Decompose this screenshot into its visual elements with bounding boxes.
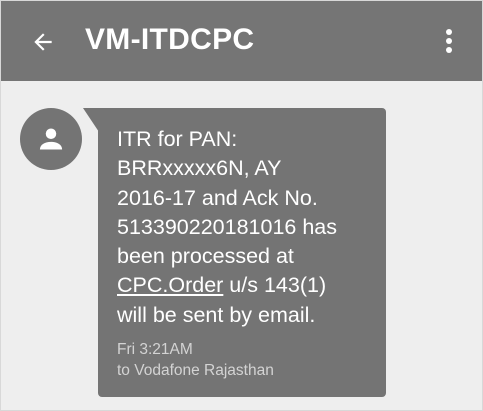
message-timestamp: Fri 3:21AM: [117, 341, 193, 359]
conversation-title: VM-ITDCPC: [85, 23, 255, 56]
message-bubble[interactable]: ITR for PAN: BRRxxxxx6N, AY 2016-17 and Ac…: [98, 108, 386, 397]
message-line: BRRxxxxx6N, AY: [117, 156, 282, 181]
bubble-tail: [83, 108, 99, 132]
message-line: 2016-17 and Ack No.: [117, 185, 318, 210]
back-button[interactable]: [23, 22, 63, 62]
arrow-back-icon: [34, 33, 52, 51]
message-body: ITR for PAN: BRRxxxxx6N, AY 2016-17 and Ac…: [117, 125, 374, 330]
message-line: been processed at: [117, 244, 294, 269]
message-line: 513390220181016 has: [117, 214, 337, 239]
more-vert-icon: [446, 29, 452, 53]
message-line: ITR for PAN:: [117, 127, 238, 151]
message-link[interactable]: CPC.Order: [117, 273, 223, 297]
person-icon: [39, 128, 63, 150]
sms-conversation-screen: VM-ITDCPC ITR for PAN: BRRxxxxx6N, AY 2016…: [0, 0, 483, 411]
overflow-menu-button[interactable]: [431, 21, 467, 61]
message-meta: Fri 3:21AM to Vodafone Rajasthan: [117, 339, 374, 381]
message-carrier: to Vodafone Rajasthan: [117, 362, 274, 380]
message-line: u/s 143(1): [223, 273, 327, 298]
app-bar: VM-ITDCPC: [1, 1, 482, 81]
message-line: will be sent by email.: [117, 302, 316, 327]
sender-avatar[interactable]: [20, 108, 82, 170]
